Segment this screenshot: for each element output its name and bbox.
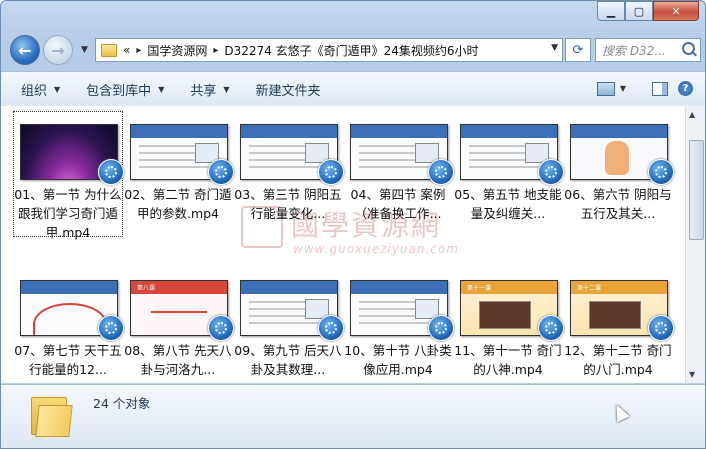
file-item[interactable]: 05、第五节 地支能量及纠缠关... bbox=[454, 112, 564, 236]
file-name: 02、第二节 奇门遁甲的参数.mp4 bbox=[124, 187, 232, 221]
item-count: 24 个对象 bbox=[93, 396, 151, 411]
preview-pane-icon[interactable] bbox=[652, 81, 668, 96]
chevron-down-icon: ▼ bbox=[54, 84, 61, 94]
file-item[interactable]: 10、第十节 八卦类像应用.mp4 bbox=[344, 268, 454, 383]
media-player-icon bbox=[98, 159, 124, 185]
search-placeholder[interactable]: 搜索 D32... bbox=[602, 42, 678, 59]
file-name: 07、第七节 天干五行能量的12... bbox=[14, 343, 122, 377]
media-player-icon bbox=[428, 315, 454, 341]
file-item[interactable]: 09、第九节 后天八卦及其数理... bbox=[234, 268, 344, 383]
chevron-right-icon[interactable]: ▸ bbox=[213, 45, 218, 56]
file-item[interactable]: 第八课 08、第八节 先天八卦与河洛九... bbox=[124, 268, 234, 383]
details-pane: 24 个对象 bbox=[1, 384, 705, 448]
file-name: 04、第四节 案例（准备换工作... bbox=[350, 187, 446, 221]
breadcrumb-current[interactable]: D32274 玄悠子《奇门遁甲》24集视频约6小时 bbox=[224, 42, 478, 59]
file-name: 09、第九节 后天八卦及其数理... bbox=[234, 343, 342, 377]
media-player-icon bbox=[208, 315, 234, 341]
include-in-library-button[interactable]: 包含到库中 ▼ bbox=[80, 80, 170, 99]
thumbnail-title: 第十二课 bbox=[577, 285, 602, 292]
folder-icon bbox=[101, 43, 117, 57]
file-item[interactable]: 06、第六节 阴阳与五行及其关... bbox=[564, 112, 674, 236]
media-player-icon bbox=[98, 315, 124, 341]
media-player-icon bbox=[428, 159, 454, 185]
help-icon[interactable]: ? bbox=[678, 81, 693, 96]
close-button[interactable]: ✕ bbox=[653, 1, 699, 21]
caption-buttons: ▁ ▢ ✕ bbox=[597, 1, 699, 21]
media-player-icon bbox=[318, 315, 344, 341]
file-name: 12、第十二节 奇门的八门.mp4 bbox=[564, 343, 672, 377]
thumbnail-title: 第十一课 bbox=[467, 285, 492, 292]
media-player-icon bbox=[538, 315, 564, 341]
new-folder-label: 新建文件夹 bbox=[255, 83, 321, 99]
file-list: 國學資源網 www.guoxueziyuan.com 01、第一节 为什么跟我们… bbox=[1, 106, 685, 383]
media-player-icon bbox=[648, 315, 674, 341]
media-player-icon bbox=[318, 159, 344, 185]
file-item[interactable]: 04、第四节 案例（准备换工作... bbox=[344, 112, 454, 236]
navigation-bar: ← → ▼ « ▸ 国学资源网 ▸ D32274 玄悠子《奇门遁甲》24集视频约… bbox=[1, 31, 705, 69]
file-name: 06、第六节 阴阳与五行及其关... bbox=[564, 187, 672, 221]
file-item[interactable]: 第十一课 11、第十一节 奇门的八神.mp4 bbox=[454, 268, 564, 383]
file-name: 11、第十一节 奇门的八神.mp4 bbox=[454, 343, 562, 377]
address-bar[interactable]: « ▸ 国学资源网 ▸ D32274 玄悠子《奇门遁甲》24集视频约6小时 ▼ bbox=[95, 38, 563, 62]
minimize-button[interactable]: ▁ bbox=[597, 1, 625, 21]
file-item[interactable]: 03、第三节 阴阳五行能量变化... bbox=[234, 112, 344, 236]
file-item[interactable]: 02、第二节 奇门遁甲的参数.mp4 bbox=[124, 112, 234, 236]
address-history-dropdown[interactable]: ▼ bbox=[551, 43, 558, 53]
recent-pages-dropdown[interactable]: ▼ bbox=[81, 45, 88, 55]
media-player-icon bbox=[208, 159, 234, 185]
file-item[interactable]: 01、第一节 为什么跟我们学习奇门遁甲.mp4 bbox=[13, 111, 124, 240]
chevron-down-icon: ▼ bbox=[223, 84, 230, 94]
media-player-icon bbox=[648, 159, 674, 185]
thumbnail-title: 第八课 bbox=[137, 285, 156, 292]
file-name: 03、第三节 阴阳五行能量变化... bbox=[234, 187, 342, 221]
scroll-down-icon[interactable]: ▼ bbox=[689, 370, 695, 379]
refresh-button[interactable]: ⟳ bbox=[565, 38, 591, 62]
back-button[interactable]: ← bbox=[10, 35, 40, 65]
maximize-button[interactable]: ▢ bbox=[625, 1, 653, 21]
search-box[interactable]: 搜索 D32... bbox=[595, 38, 701, 62]
scrollbar-thumb[interactable] bbox=[689, 140, 704, 240]
explorer-window: ▁ ▢ ✕ ← → ▼ « ▸ 国学资源网 ▸ D32274 玄悠子《奇门遁甲》… bbox=[0, 0, 706, 449]
include-label: 包含到库中 bbox=[86, 83, 152, 99]
organize-button[interactable]: 组织 ▼ bbox=[15, 80, 66, 99]
address-overflow[interactable]: « bbox=[123, 43, 130, 57]
command-bar: 组织 ▼ 包含到库中 ▼ 共享 ▼ 新建文件夹 ▼ ? bbox=[1, 71, 705, 107]
search-icon bbox=[682, 42, 695, 55]
chevron-down-icon[interactable]: ▼ bbox=[620, 84, 626, 93]
organize-label: 组织 bbox=[21, 83, 48, 99]
change-view-icon[interactable] bbox=[596, 81, 615, 96]
file-name: 08、第八节 先天八卦与河洛九... bbox=[124, 343, 232, 377]
forward-button[interactable]: → bbox=[43, 35, 73, 65]
scroll-up-icon[interactable]: ▲ bbox=[689, 110, 695, 119]
vertical-scrollbar[interactable]: ▲ ▼ bbox=[685, 106, 705, 383]
file-item[interactable]: 07、第七节 天干五行能量的12... bbox=[14, 268, 124, 383]
new-folder-button[interactable]: 新建文件夹 bbox=[250, 80, 327, 99]
file-name: 05、第五节 地支能量及纠缠关... bbox=[454, 187, 562, 221]
file-name: 01、第一节 为什么跟我们学习奇门遁甲.mp4 bbox=[14, 187, 122, 240]
share-label: 共享 bbox=[190, 83, 217, 99]
folder-icon bbox=[29, 393, 73, 437]
breadcrumb-root[interactable]: 国学资源网 bbox=[147, 42, 207, 59]
file-item[interactable]: 第十二课 12、第十二节 奇门的八门.mp4 bbox=[564, 268, 674, 383]
chevron-right-icon[interactable]: ▸ bbox=[136, 45, 141, 56]
file-name: 10、第十节 八卦类像应用.mp4 bbox=[344, 343, 452, 377]
share-button[interactable]: 共享 ▼ bbox=[184, 80, 235, 99]
media-player-icon bbox=[538, 159, 564, 185]
chevron-down-icon: ▼ bbox=[158, 84, 165, 94]
view-controls: ▼ ? bbox=[596, 81, 693, 96]
watermark-url: www.guoxueziyuan.com bbox=[293, 242, 459, 256]
